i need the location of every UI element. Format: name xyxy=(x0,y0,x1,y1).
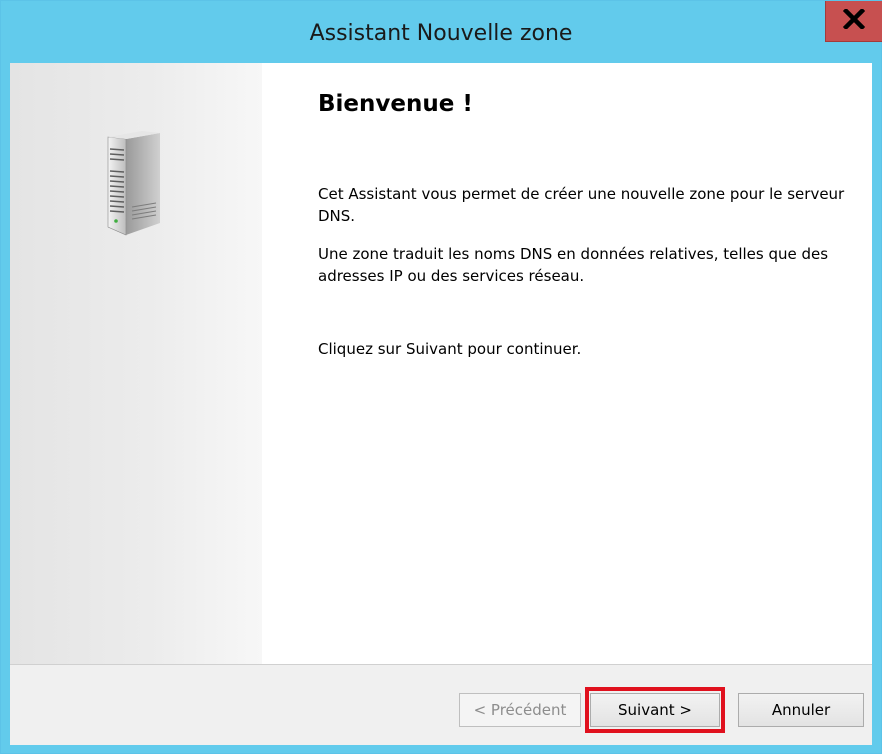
wizard-content: Bienvenue ! Cet Assistant vous permet de… xyxy=(262,63,872,664)
close-button[interactable] xyxy=(825,1,882,42)
intro-paragraph: Cet Assistant vous permet de créer une n… xyxy=(318,185,845,225)
wizard-client-area: Bienvenue ! Cet Assistant vous permet de… xyxy=(10,63,872,745)
wizard-window: Assistant Nouvelle zone Bienvenue ! Cet … xyxy=(0,0,882,754)
cancel-button[interactable]: Annuler xyxy=(738,693,864,727)
close-icon xyxy=(842,7,866,33)
title-bar[interactable]: Assistant Nouvelle zone xyxy=(1,1,882,63)
page-heading: Bienvenue ! xyxy=(318,91,473,117)
wizard-side-panel xyxy=(10,63,262,664)
wizard-footer: < Précédent Suivant > Annuler xyxy=(10,665,872,745)
continue-instruction: Cliquez sur Suivant pour continuer. xyxy=(318,340,582,358)
server-icon xyxy=(102,131,168,241)
next-button-highlight xyxy=(585,687,725,733)
zone-description-paragraph: Une zone traduit les noms DNS en données… xyxy=(318,245,829,285)
back-button[interactable]: < Précédent xyxy=(459,693,581,727)
window-title: Assistant Nouvelle zone xyxy=(309,21,573,46)
